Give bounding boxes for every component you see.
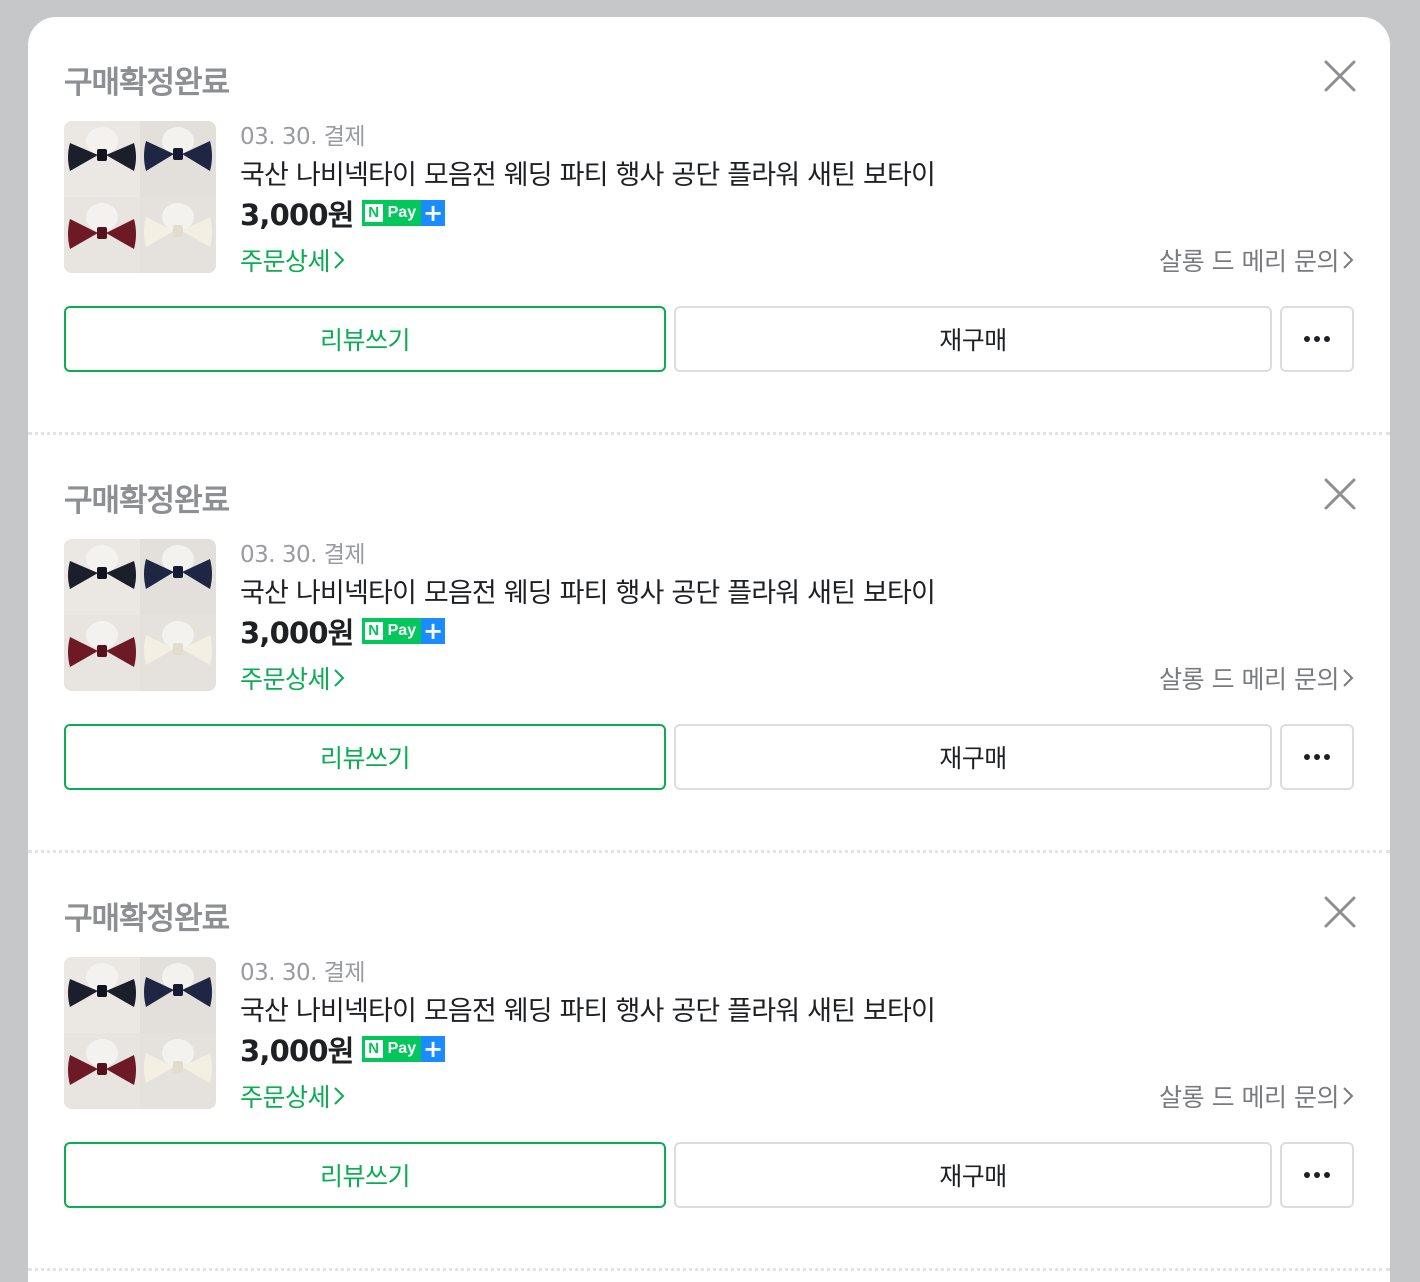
order-detail-label: 주문상세 <box>240 1083 331 1112</box>
chevron-right-icon <box>334 251 345 269</box>
rebuy-button[interactable]: 재구매 <box>674 724 1272 790</box>
write-review-button[interactable]: 리뷰쓰기 <box>64 724 666 790</box>
order-divider <box>28 1268 1390 1271</box>
product-title[interactable]: 국산 나비넥타이 모음전 웨딩 파티 행사 공단 플라워 새틴 보타이 <box>240 989 936 1028</box>
more-options-button[interactable] <box>1280 1142 1354 1208</box>
payment-date: 03. 30. 결제 <box>240 542 366 568</box>
naver-n-icon: N <box>364 1040 383 1058</box>
npay-label: Pay <box>387 622 417 639</box>
chevron-right-icon <box>1343 1087 1354 1105</box>
product-price: 3,000원 <box>240 616 354 650</box>
seller-inquiry-link[interactable]: 살롱 드 메리 문의 <box>1159 660 1354 696</box>
seller-inquiry-label: 살롱 드 메리 문의 <box>1159 1083 1339 1112</box>
seller-inquiry-link[interactable]: 살롱 드 메리 문의 <box>1159 242 1354 278</box>
order-status: 구매확정완료 <box>64 483 230 519</box>
product-thumbnail[interactable] <box>64 539 216 691</box>
chevron-right-icon <box>334 1087 345 1105</box>
rebuy-button[interactable]: 재구매 <box>674 1142 1272 1208</box>
naver-pay-plus-badge: N Pay + <box>361 617 446 645</box>
close-icon[interactable] <box>1324 896 1356 928</box>
seller-inquiry-label: 살롱 드 메리 문의 <box>1159 665 1339 694</box>
chevron-right-icon <box>334 669 345 687</box>
more-options-button[interactable] <box>1280 724 1354 790</box>
npay-label: Pay <box>387 204 417 221</box>
close-icon[interactable] <box>1324 478 1356 510</box>
product-title[interactable]: 국산 나비넥타이 모음전 웨딩 파티 행사 공단 플라워 새틴 보타이 <box>240 571 936 610</box>
order-detail-link[interactable]: 주문상세 <box>240 660 345 696</box>
naver-pay-plus-badge: N Pay + <box>361 199 446 227</box>
plus-icon: + <box>421 199 446 227</box>
more-icon <box>1304 754 1330 760</box>
plus-icon: + <box>421 1035 446 1063</box>
order-list-panel: 구매확정완료 03. 30. 결제 국산 나비넥타이 모음전 웨딩 파티 행사 … <box>28 17 1390 1282</box>
price-row: 3,000원 N Pay + <box>240 1031 446 1068</box>
write-review-button[interactable]: 리뷰쓰기 <box>64 306 666 372</box>
order-card: 구매확정완료 03. 30. 결제 국산 나비넥타이 모음전 웨딩 파티 행사 … <box>28 17 1390 435</box>
write-review-button[interactable]: 리뷰쓰기 <box>64 1142 666 1208</box>
close-icon[interactable] <box>1324 60 1356 92</box>
seller-inquiry-link[interactable]: 살롱 드 메리 문의 <box>1159 1078 1354 1114</box>
price-row: 3,000원 N Pay + <box>240 613 446 650</box>
chevron-right-icon <box>1343 251 1354 269</box>
more-icon <box>1304 336 1330 342</box>
order-detail-label: 주문상세 <box>240 247 331 276</box>
order-status: 구매확정완료 <box>64 65 230 101</box>
plus-icon: + <box>421 617 446 645</box>
payment-date: 03. 30. 결제 <box>240 960 366 986</box>
order-detail-label: 주문상세 <box>240 665 331 694</box>
chevron-right-icon <box>1343 669 1354 687</box>
price-row: 3,000원 N Pay + <box>240 195 446 232</box>
product-thumbnail[interactable] <box>64 957 216 1109</box>
order-detail-link[interactable]: 주문상세 <box>240 242 345 278</box>
seller-inquiry-label: 살롱 드 메리 문의 <box>1159 247 1339 276</box>
more-options-button[interactable] <box>1280 306 1354 372</box>
rebuy-button[interactable]: 재구매 <box>674 306 1272 372</box>
more-icon <box>1304 1172 1330 1178</box>
order-detail-link[interactable]: 주문상세 <box>240 1078 345 1114</box>
product-thumbnail[interactable] <box>64 121 216 273</box>
product-price: 3,000원 <box>240 198 354 232</box>
order-card: 구매확정완료 03. 30. 결제 국산 나비넥타이 모음전 웨딩 파티 행사 … <box>28 853 1390 1271</box>
order-card: 구매확정완료 03. 30. 결제 국산 나비넥타이 모음전 웨딩 파티 행사 … <box>28 435 1390 853</box>
order-status: 구매확정완료 <box>64 901 230 937</box>
product-price: 3,000원 <box>240 1034 354 1068</box>
naver-pay-plus-badge: N Pay + <box>361 1035 446 1063</box>
naver-n-icon: N <box>364 622 383 640</box>
naver-n-icon: N <box>364 204 383 222</box>
product-title[interactable]: 국산 나비넥타이 모음전 웨딩 파티 행사 공단 플라워 새틴 보타이 <box>240 153 936 192</box>
payment-date: 03. 30. 결제 <box>240 124 366 150</box>
npay-label: Pay <box>387 1040 417 1057</box>
